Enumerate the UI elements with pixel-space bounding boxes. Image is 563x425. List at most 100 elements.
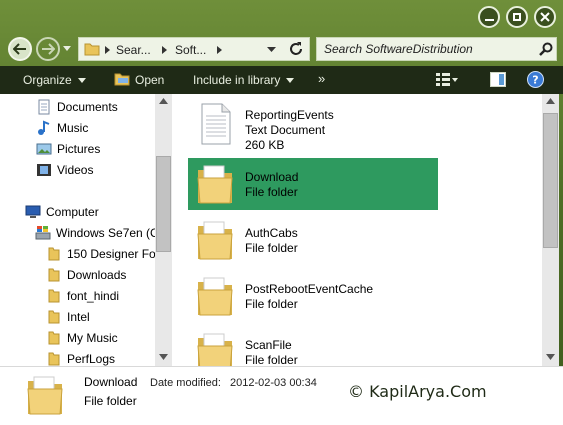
navigation-pane: Documents Music Pictures Videos Computer…: [0, 94, 172, 366]
scroll-up-icon[interactable]: [546, 98, 555, 104]
folder-icon: [48, 247, 60, 261]
nav-label: My Music: [67, 331, 118, 345]
nav-label: Documents: [57, 100, 118, 114]
nav-label: Videos: [57, 163, 94, 177]
details-name: Download: [84, 375, 138, 389]
file-item[interactable]: ScanFile File folder: [188, 326, 438, 366]
preview-pane-icon[interactable]: [490, 72, 506, 87]
command-bar: Organize Open Include in library » ?: [0, 66, 563, 94]
close-button[interactable]: [534, 6, 556, 28]
file-item[interactable]: PostRebootEventCache File folder: [188, 270, 438, 322]
svg-text:?: ?: [532, 74, 538, 87]
scroll-down-icon[interactable]: [159, 354, 168, 360]
file-type: Text Document: [245, 123, 326, 137]
nav-label: Intel: [67, 310, 90, 324]
nav-scrollbar-thumb[interactable]: [156, 156, 171, 252]
file-list: ReportingEvents Text Document 260 KB Dow…: [172, 94, 542, 366]
close-icon: [540, 12, 550, 22]
file-type: File folder: [245, 241, 298, 255]
file-name: ReportingEvents: [245, 108, 334, 122]
search-box[interactable]: Search SoftwareDistribution: [316, 37, 557, 61]
folder-icon: [48, 310, 60, 324]
folder-icon: [197, 165, 233, 204]
videos-icon: [37, 164, 51, 176]
address-dropdown-icon[interactable]: [267, 47, 276, 53]
minimize-button[interactable]: [478, 6, 500, 28]
pictures-icon: [36, 143, 52, 155]
nav-label: Music: [57, 121, 89, 135]
file-name: AuthCabs: [245, 226, 298, 240]
search-icon[interactable]: [539, 42, 553, 56]
forward-arrow-icon: [42, 43, 55, 55]
folder-icon: [48, 289, 60, 303]
nav-item-folder[interactable]: font_hindi: [46, 286, 119, 306]
nav-label: 150 Designer For: [67, 247, 160, 261]
folder-icon: [197, 277, 233, 316]
organize-label: Organize: [23, 73, 72, 87]
breadcrumb-separator-icon[interactable]: [105, 46, 110, 54]
help-icon[interactable]: ?: [527, 71, 544, 88]
file-item[interactable]: AuthCabs File folder: [188, 214, 438, 266]
maximize-button[interactable]: [506, 6, 528, 28]
date-modified-label: Date modified:: [150, 377, 221, 389]
nav-label: PerfLogs: [67, 352, 116, 366]
include-label: Include in library: [193, 73, 281, 87]
nav-label: font_hindi: [67, 289, 120, 303]
breadcrumb-separator-icon[interactable]: [162, 46, 167, 54]
folder-icon: [27, 376, 63, 415]
file-type: File folder: [245, 185, 298, 199]
file-name: Download: [245, 170, 299, 184]
scroll-down-icon[interactable]: [546, 354, 555, 360]
music-icon: [38, 120, 50, 135]
nav-item-folder[interactable]: Intel: [46, 307, 90, 327]
change-view-icon[interactable]: [436, 73, 458, 87]
file-type: File folder: [245, 353, 298, 366]
back-arrow-icon: [13, 43, 26, 55]
nav-label: Pictures: [57, 142, 101, 156]
scroll-up-icon[interactable]: [159, 98, 168, 104]
nav-item-pictures[interactable]: Pictures: [36, 139, 100, 159]
breadcrumb-separator-icon[interactable]: [217, 46, 222, 54]
documents-icon: [38, 99, 50, 115]
nav-item-folder[interactable]: 150 Designer For: [46, 244, 160, 264]
file-item[interactable]: ReportingEvents Text Document 260 KB: [188, 98, 438, 152]
breadcrumb-search[interactable]: Sear...: [116, 43, 151, 57]
nav-label: Computer: [46, 205, 99, 219]
file-size: 260 KB: [245, 138, 285, 152]
nav-scrollbar[interactable]: [155, 94, 172, 366]
organize-menu[interactable]: Organize: [23, 73, 86, 87]
minimize-icon: [484, 18, 494, 21]
search-input[interactable]: Search SoftwareDistribution: [324, 42, 473, 56]
more-commands-button[interactable]: »: [318, 71, 325, 86]
folder-icon: [84, 43, 100, 56]
nav-label: Windows Se7en (C: [56, 226, 159, 240]
address-bar[interactable]: Sear... Soft...: [78, 37, 310, 61]
back-button[interactable]: [8, 37, 32, 61]
folder-icon: [48, 352, 60, 366]
include-in-library-menu[interactable]: Include in library: [193, 73, 295, 87]
forward-button[interactable]: [36, 37, 60, 61]
nav-item-music[interactable]: Music: [36, 118, 88, 138]
recent-pages-chevron-icon[interactable]: [63, 46, 71, 52]
refresh-icon[interactable]: [288, 41, 304, 57]
content-scrollbar-thumb[interactable]: [543, 113, 558, 248]
file-item-selected[interactable]: Download File folder: [188, 158, 438, 210]
watermark: © KapilArya.Com: [348, 382, 487, 401]
nav-item-documents[interactable]: Documents: [36, 97, 118, 117]
nav-item-folder[interactable]: PerfLogs: [46, 349, 115, 366]
file-name: ScanFile: [245, 338, 292, 352]
maximize-icon: [513, 13, 521, 21]
content-scrollbar[interactable]: [542, 94, 559, 366]
nav-item-folder[interactable]: My Music: [46, 328, 118, 348]
folder-icon: [48, 331, 60, 345]
text-document-icon: [201, 103, 231, 145]
breadcrumb-software[interactable]: Soft...: [175, 43, 206, 57]
chevron-down-icon: [77, 78, 86, 84]
file-name: PostRebootEventCache: [245, 282, 374, 296]
nav-item-drive-c[interactable]: Windows Se7en (C: [35, 223, 159, 243]
details-type: File folder: [84, 394, 137, 408]
open-button[interactable]: Open: [135, 73, 164, 87]
nav-item-folder[interactable]: Downloads: [46, 265, 126, 285]
nav-item-videos[interactable]: Videos: [36, 160, 93, 180]
nav-item-computer[interactable]: Computer: [25, 202, 99, 222]
